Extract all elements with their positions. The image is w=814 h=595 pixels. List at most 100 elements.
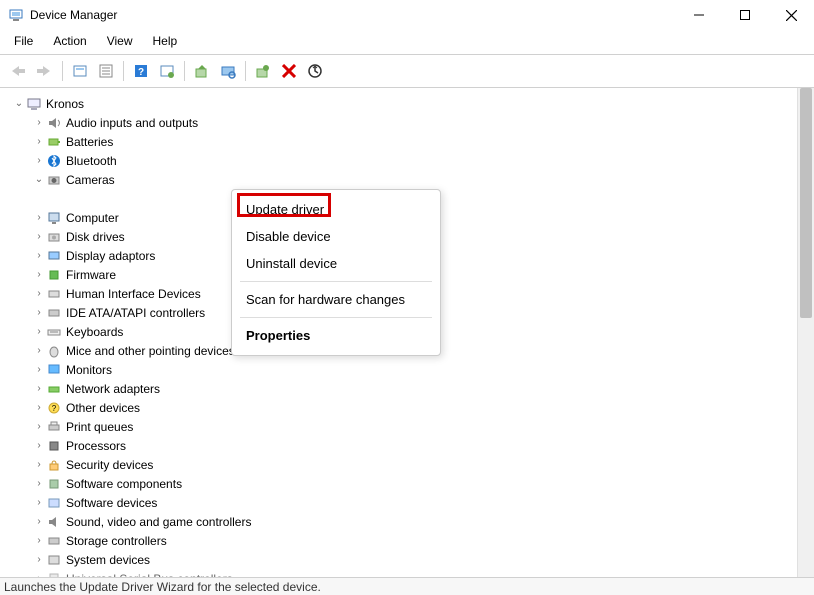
device-tree[interactable]: ⌄ Kronos › Audio inputs and outputs › Ba… <box>0 88 797 590</box>
toolbar-separator <box>123 61 124 81</box>
chevron-right-icon[interactable]: › <box>32 306 46 320</box>
vertical-scrollbar[interactable] <box>797 88 814 590</box>
chevron-right-icon[interactable]: › <box>32 211 46 225</box>
chevron-down-icon[interactable]: ⌄ <box>12 97 26 111</box>
chevron-right-icon[interactable]: › <box>32 420 46 434</box>
tree-root[interactable]: ⌄ Kronos <box>12 94 797 113</box>
chevron-right-icon[interactable]: › <box>32 116 46 130</box>
tree-category-label: Sound, video and game controllers <box>66 515 251 529</box>
tree-category-print[interactable]: › Print queues <box>12 417 797 436</box>
software-icon <box>46 495 62 511</box>
context-menu-update-driver[interactable]: Update driver <box>232 196 440 223</box>
menu-action[interactable]: Action <box>45 32 94 50</box>
tree-category-sound[interactable]: › Sound, video and game controllers <box>12 512 797 531</box>
tree-category-label: Network adapters <box>66 382 160 396</box>
tree-category-storage[interactable]: › Storage controllers <box>12 531 797 550</box>
toolbar-separator <box>245 61 246 81</box>
tree-category-label: Monitors <box>66 363 112 377</box>
printer-icon <box>46 419 62 435</box>
tree-category-label: Computer <box>66 211 119 225</box>
scrollbar-thumb[interactable] <box>800 88 812 318</box>
tree-category-security[interactable]: › Security devices <box>12 455 797 474</box>
context-menu-separator <box>240 317 432 318</box>
close-button[interactable] <box>768 0 814 30</box>
chevron-right-icon[interactable]: › <box>32 401 46 415</box>
bluetooth-icon <box>46 153 62 169</box>
tree-category-processors[interactable]: › Processors <box>12 436 797 455</box>
context-menu-separator <box>240 281 432 282</box>
menu-view[interactable]: View <box>99 32 141 50</box>
tree-category-system[interactable]: › System devices <box>12 550 797 569</box>
battery-icon <box>46 134 62 150</box>
chevron-right-icon[interactable]: › <box>32 439 46 453</box>
tree-category-software-devices[interactable]: › Software devices <box>12 493 797 512</box>
chevron-down-icon[interactable]: ⌄ <box>32 173 46 187</box>
status-bar: Launches the Update Driver Wizard for th… <box>0 577 814 595</box>
tree-category-monitors[interactable]: › Monitors <box>12 360 797 379</box>
tree-category-bluetooth[interactable]: › Bluetooth <box>12 151 797 170</box>
titlebar-left: Device Manager <box>8 7 117 23</box>
minimize-button[interactable] <box>676 0 722 30</box>
enable-device-button[interactable] <box>250 59 276 83</box>
tree-category-label: Storage controllers <box>66 534 167 548</box>
tree-category-label: Mice and other pointing devices <box>66 344 235 358</box>
chevron-right-icon[interactable]: › <box>32 477 46 491</box>
unknown-icon: ? <box>46 400 62 416</box>
chevron-right-icon[interactable]: › <box>32 458 46 472</box>
menu-bar: File Action View Help <box>0 30 814 55</box>
tree-category-software-components[interactable]: › Software components <box>12 474 797 493</box>
chevron-right-icon[interactable]: › <box>32 515 46 529</box>
chevron-right-icon[interactable]: › <box>32 249 46 263</box>
context-menu-uninstall-device[interactable]: Uninstall device <box>232 250 440 277</box>
network-icon <box>46 381 62 397</box>
maximize-button[interactable] <box>722 0 768 30</box>
scan-hardware-button[interactable] <box>215 59 241 83</box>
monitor-icon <box>46 210 62 226</box>
chevron-right-icon[interactable]: › <box>32 135 46 149</box>
speaker-icon <box>46 115 62 131</box>
chevron-right-icon[interactable]: › <box>32 496 46 510</box>
properties-button[interactable] <box>93 59 119 83</box>
context-menu: Update driver Disable device Uninstall d… <box>231 189 441 356</box>
tree-category-label: Human Interface Devices <box>66 287 201 301</box>
update-driver-button[interactable] <box>189 59 215 83</box>
tree-category-network[interactable]: › Network adapters <box>12 379 797 398</box>
context-menu-disable-device[interactable]: Disable device <box>232 223 440 250</box>
show-hidden-button[interactable] <box>67 59 93 83</box>
chevron-right-icon[interactable]: › <box>32 287 46 301</box>
chevron-right-icon[interactable]: › <box>32 230 46 244</box>
back-button[interactable] <box>6 59 32 83</box>
chevron-right-icon[interactable]: › <box>32 268 46 282</box>
storage-icon <box>46 533 62 549</box>
chevron-right-icon[interactable]: › <box>32 553 46 567</box>
tree-category-label: Audio inputs and outputs <box>66 116 198 130</box>
action-button[interactable] <box>154 59 180 83</box>
tree-category-audio[interactable]: › Audio inputs and outputs <box>12 113 797 132</box>
help-button[interactable]: ? <box>128 59 154 83</box>
menu-file[interactable]: File <box>6 32 41 50</box>
context-menu-scan-hardware[interactable]: Scan for hardware changes <box>232 286 440 313</box>
chevron-right-icon[interactable]: › <box>32 325 46 339</box>
tree-category-other[interactable]: › ? Other devices <box>12 398 797 417</box>
chevron-right-icon[interactable]: › <box>32 363 46 377</box>
chevron-right-icon[interactable]: › <box>32 154 46 168</box>
context-menu-properties[interactable]: Properties <box>232 322 440 349</box>
tree-category-label: Display adaptors <box>66 249 155 263</box>
tree-category-label: Keyboards <box>66 325 123 339</box>
tree-category-batteries[interactable]: › Batteries <box>12 132 797 151</box>
menu-help[interactable]: Help <box>145 32 186 50</box>
tree-category-label: Other devices <box>66 401 140 415</box>
hid-icon <box>46 286 62 302</box>
tree-area: ⌄ Kronos › Audio inputs and outputs › Ba… <box>0 88 814 590</box>
chevron-right-icon[interactable]: › <box>32 534 46 548</box>
tree-category-cameras[interactable]: ⌄ Cameras <box>12 170 797 189</box>
controller-icon <box>46 305 62 321</box>
chevron-right-icon[interactable]: › <box>32 344 46 358</box>
tree-category-label: Batteries <box>66 135 113 149</box>
titlebar: Device Manager <box>0 0 814 30</box>
computer-icon <box>26 96 42 112</box>
scan-changes-button[interactable] <box>302 59 328 83</box>
forward-button[interactable] <box>32 59 58 83</box>
uninstall-device-button[interactable] <box>276 59 302 83</box>
chevron-right-icon[interactable]: › <box>32 382 46 396</box>
